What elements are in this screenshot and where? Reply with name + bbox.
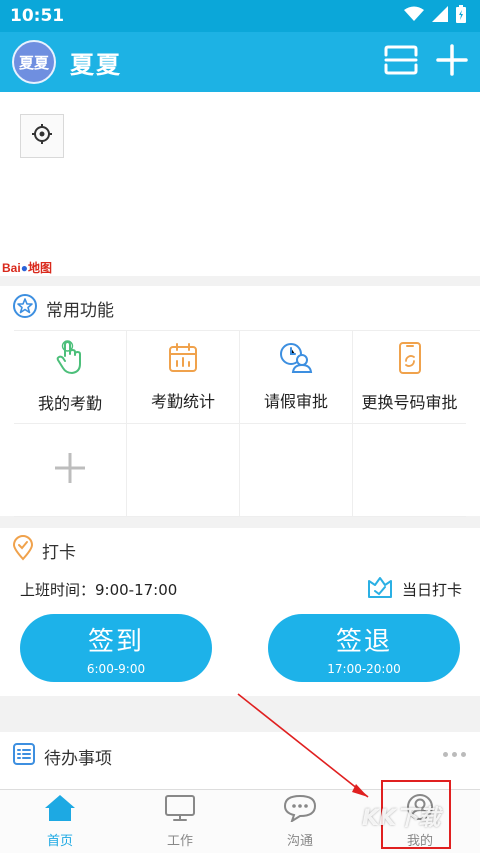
- locate-icon: [31, 123, 53, 149]
- calendar-chart-icon: [167, 342, 199, 378]
- my-attendance-label: 我的考勤: [37, 394, 102, 413]
- status-bar: 10:51: [0, 0, 480, 32]
- phone-change-icon: [398, 341, 422, 379]
- my-attendance-item[interactable]: 我的考勤: [14, 331, 127, 424]
- watermark: KK下载: [362, 806, 441, 831]
- checkin-header: 打卡: [0, 528, 480, 572]
- list-icon: [12, 742, 36, 770]
- work-hours: 上班时间：9:00-17:00: [20, 580, 178, 599]
- baidu-map-logo: Bai●地图: [2, 261, 52, 275]
- app-header: 夏夏 夏夏: [0, 32, 480, 92]
- attendance-stats-item[interactable]: 考勤统计: [127, 331, 240, 424]
- sign-out-label: 签退: [335, 626, 392, 657]
- attendance-stats-label: 考勤统计: [150, 392, 215, 411]
- status-icons: [404, 5, 466, 27]
- plus-icon: [53, 451, 87, 489]
- nav-home[interactable]: 首页: [0, 790, 120, 853]
- empty-cell: [240, 424, 353, 517]
- leave-approval-label: 请假审批: [263, 392, 328, 411]
- sign-in-time: 6:00-9:00: [86, 661, 146, 676]
- locate-button[interactable]: [20, 114, 64, 158]
- sign-in-label: 签到: [87, 626, 144, 657]
- checkin-card: 打卡 上班时间：9:00-17:00 当日打卡 签到 6:00-9:00 签退 …: [0, 528, 480, 696]
- nav-chat-label: 沟通: [286, 834, 313, 849]
- sign-in-button[interactable]: 签到 6:00-9:00: [20, 614, 212, 682]
- empty-cell: [127, 424, 240, 517]
- baidu-paw-icon: ●: [20, 261, 28, 275]
- star-badge-icon: [12, 293, 38, 323]
- wifi-icon: [404, 6, 424, 26]
- avatar[interactable]: 夏夏: [12, 40, 56, 84]
- today-checkin-link[interactable]: 当日打卡: [366, 575, 462, 603]
- add-icon[interactable]: [436, 44, 468, 80]
- signal-icon: [432, 6, 448, 26]
- todo-title: 待办事项: [44, 748, 112, 769]
- change-number-approval-label: 更换号码审批: [361, 393, 458, 412]
- checkin-record-icon: [366, 575, 394, 603]
- common-functions-title: 常用功能: [46, 300, 114, 321]
- function-grid: 我的考勤 考勤统计 请假审批 更换号码审批: [14, 330, 480, 517]
- leave-approval-item[interactable]: 请假审批: [240, 331, 353, 424]
- monitor-icon: [164, 794, 196, 826]
- nav-home-label: 首页: [46, 834, 73, 849]
- chat-icon: [283, 794, 317, 826]
- clock-person-icon: [279, 342, 313, 378]
- nav-chat[interactable]: 沟通: [240, 790, 360, 853]
- common-functions-header: 常用功能: [0, 286, 480, 330]
- scan-icon[interactable]: [384, 45, 418, 79]
- status-time: 10:51: [10, 6, 65, 26]
- hand-tap-icon: [55, 340, 85, 380]
- more-icon[interactable]: [443, 752, 466, 757]
- change-number-approval-item[interactable]: 更换号码审批: [353, 331, 466, 424]
- nav-work-label: 工作: [166, 834, 193, 849]
- empty-cell: [353, 424, 466, 517]
- sign-out-button[interactable]: 签退 17:00-20:00: [268, 614, 460, 682]
- nav-work[interactable]: 工作: [120, 790, 240, 853]
- work-hours-row: 上班时间：9:00-17:00 当日打卡: [0, 572, 480, 606]
- sign-out-time: 17:00-20:00: [327, 661, 401, 676]
- battery-icon: [456, 5, 466, 27]
- todo-header: 待办事项: [0, 732, 480, 780]
- location-pin-icon: [12, 535, 34, 565]
- user-name: 夏夏: [70, 50, 122, 79]
- checkin-title: 打卡: [42, 542, 76, 563]
- map-view[interactable]: Bai●地图: [0, 92, 480, 276]
- today-checkin-label: 当日打卡: [401, 580, 462, 599]
- common-functions-card: 常用功能 我的考勤 考勤统计 请假审批 更换号码审批: [0, 286, 480, 517]
- add-function-button[interactable]: [14, 424, 127, 517]
- home-icon: [44, 794, 76, 826]
